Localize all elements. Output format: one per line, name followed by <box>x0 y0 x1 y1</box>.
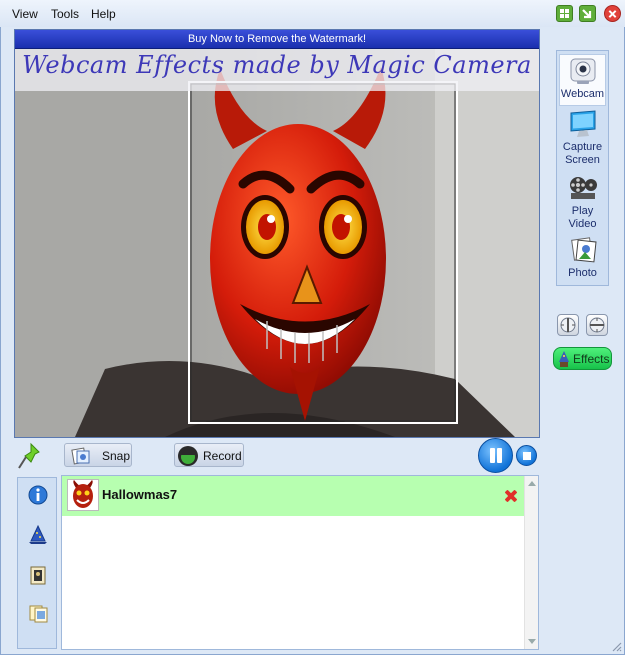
effects-toolbar <box>17 477 57 649</box>
effects-button[interactable]: Effects <box>553 347 612 370</box>
menu-tools[interactable]: Tools <box>51 7 79 21</box>
sidebar-item-play-video[interactable]: Play Video <box>557 173 608 231</box>
sidebar-item-capture-screen[interactable]: Capture Screen <box>557 109 608 167</box>
photo-icon <box>570 237 597 263</box>
sidebar-label-capture-line1: Capture <box>562 141 603 153</box>
snap-label: Snap <box>102 449 131 463</box>
scroll-up-icon[interactable] <box>528 481 536 486</box>
video-preview: Buy Now to Remove the Watermark! Webcam … <box>14 29 540 438</box>
effects-list: Hallowmas7 <box>61 475 539 650</box>
layout-grid-icon[interactable] <box>556 5 573 22</box>
pause-button[interactable] <box>478 438 513 473</box>
snap-button[interactable]: Snap <box>64 443 132 467</box>
flip-vertical-button[interactable] <box>586 314 608 336</box>
list-scrollbar[interactable] <box>524 476 538 649</box>
record-icon <box>178 446 198 466</box>
flip-vertical-icon <box>589 317 605 333</box>
menu-help[interactable]: Help <box>91 7 116 21</box>
record-label: Record <box>203 449 242 463</box>
menu-view[interactable]: View <box>12 7 38 21</box>
webcam-icon <box>570 58 595 84</box>
sidebar-item-webcam[interactable]: Webcam <box>557 56 608 101</box>
sidebar-label-play-line1: Play <box>571 205 594 217</box>
effect-name: Hallowmas7 <box>102 487 178 502</box>
photo-frames-icon[interactable] <box>27 602 49 624</box>
sidebar-label-play-line2: Video <box>568 218 597 230</box>
info-icon[interactable] <box>27 484 49 506</box>
film-reel-icon <box>569 177 597 199</box>
source-sidebar: Webcam Capture Screen Play Video Photo <box>556 50 609 286</box>
flip-horizontal-button[interactable] <box>557 314 579 336</box>
monitor-icon <box>570 110 595 137</box>
effect-thumbnail <box>67 479 99 511</box>
sidebar-item-photo[interactable]: Photo <box>557 235 608 280</box>
devil-mask-icon <box>73 480 93 508</box>
pin-icon[interactable] <box>17 442 41 470</box>
webcam-feed <box>15 49 539 437</box>
scroll-down-icon[interactable] <box>528 639 536 644</box>
frame-picture-icon[interactable] <box>27 564 49 586</box>
sidebar-label-capture-line2: Screen <box>565 154 600 166</box>
buy-now-banner[interactable]: Buy Now to Remove the Watermark! <box>15 30 539 49</box>
watermark-text: Webcam Effects made by Magic Camera <box>22 51 532 79</box>
wizard-icon <box>559 351 569 367</box>
remove-effect-icon[interactable] <box>503 488 519 504</box>
effects-label: Effects <box>573 352 610 366</box>
sidebar-label-webcam: Webcam <box>560 88 605 100</box>
snap-camera-icon <box>71 447 90 465</box>
close-icon[interactable] <box>604 5 621 22</box>
list-item[interactable]: Hallowmas7 <box>62 476 524 516</box>
menu-bar: View Tools Help <box>0 0 625 27</box>
resize-grip-icon[interactable] <box>610 640 622 652</box>
sidebar-label-photo: Photo <box>568 267 597 279</box>
wizard-hat-icon[interactable] <box>27 524 49 546</box>
flip-horizontal-icon <box>560 317 576 333</box>
minimize-arrow-icon[interactable] <box>579 5 596 22</box>
record-button[interactable]: Record <box>174 443 244 467</box>
stop-button[interactable] <box>516 445 537 466</box>
